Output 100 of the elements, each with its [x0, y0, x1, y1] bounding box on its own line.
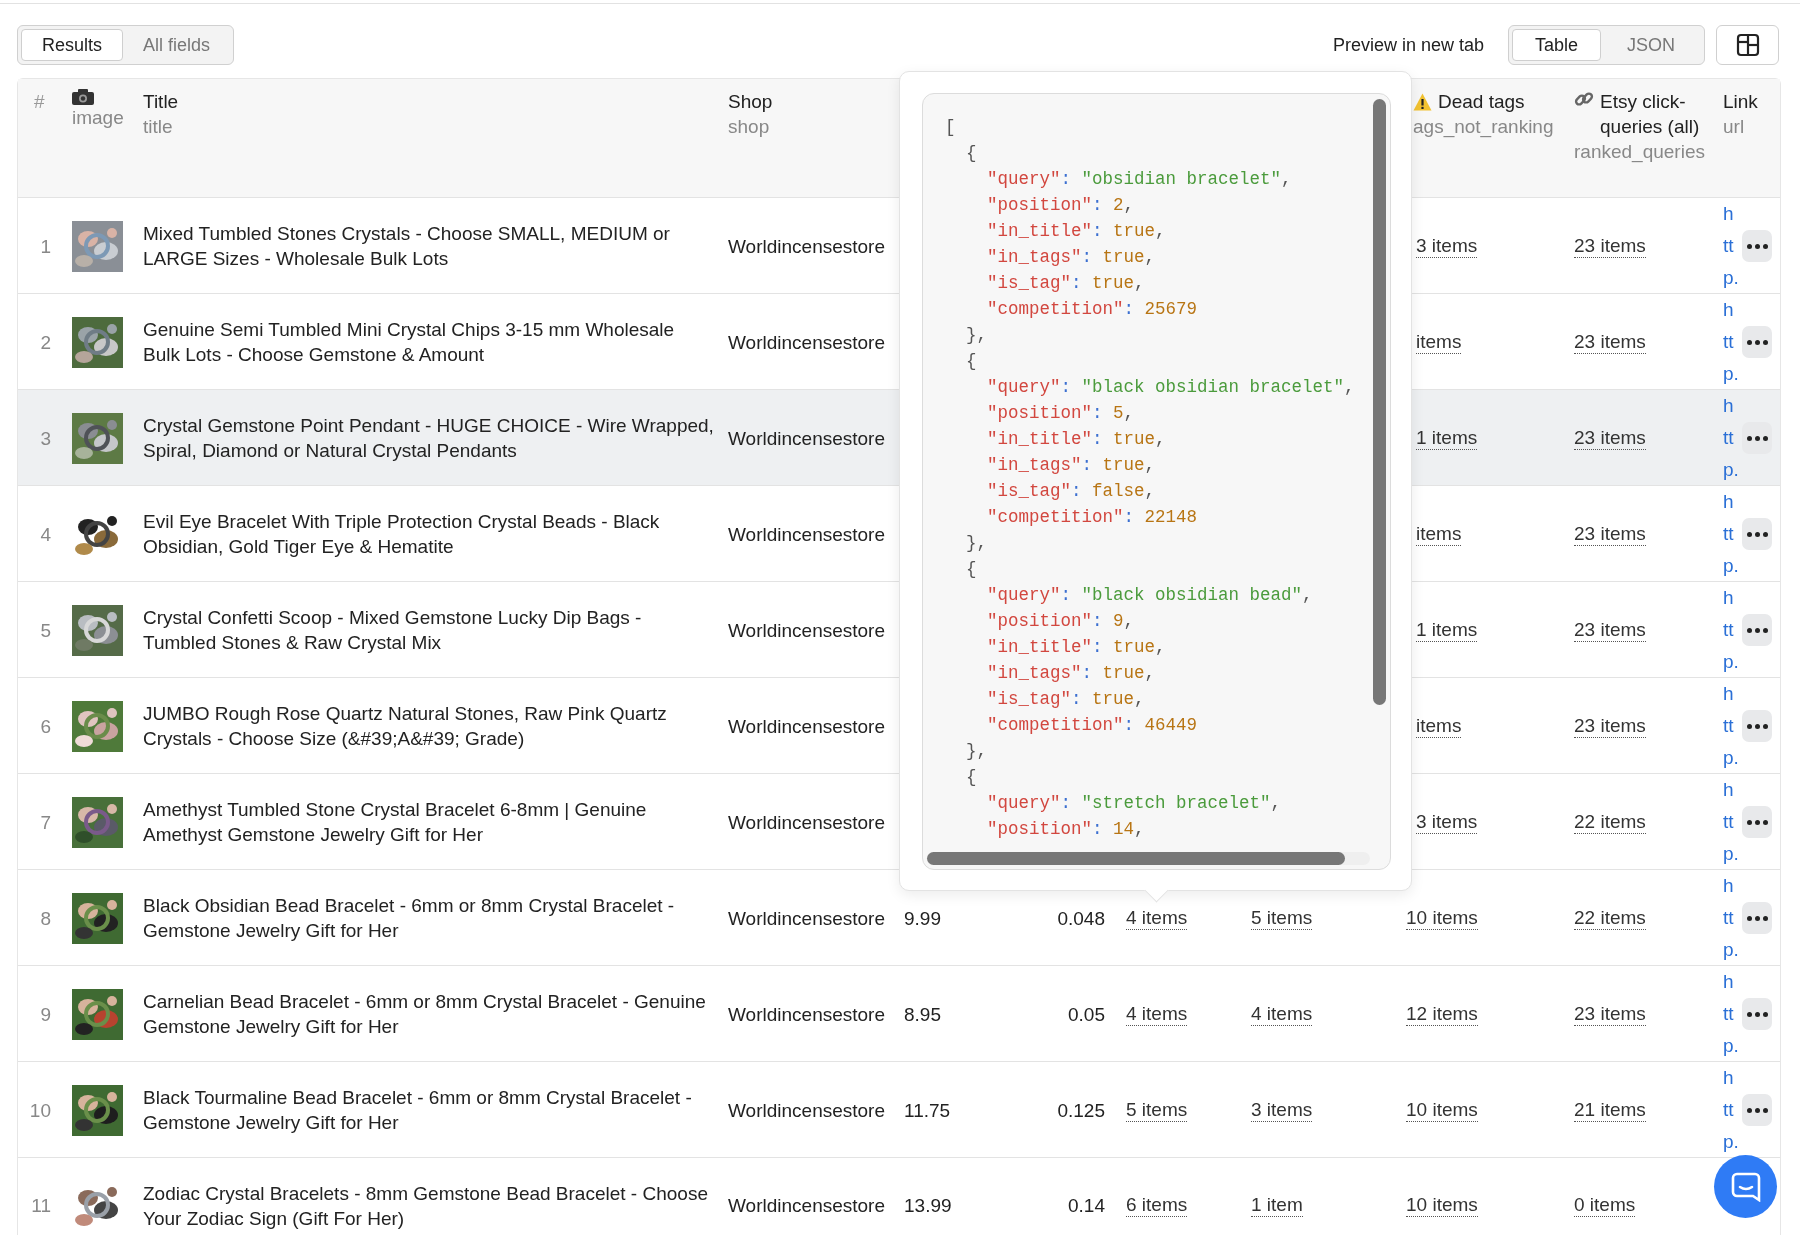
item-count-link[interactable]: 3 items [1416, 810, 1478, 834]
title-cell-text: Zodiac Crystal Bracelets - 8mm Gemstone Bead Bracelet - Choose Your Zodiac Sign (Gift For Her) [143, 1181, 709, 1231]
tab[interactable]: All fields [123, 29, 231, 61]
item-count-link[interactable]: 23 items [1574, 714, 1646, 738]
column-header: Shop [728, 90, 773, 114]
more-button[interactable] [1742, 1094, 1772, 1126]
item-count-link[interactable]: 23 items [1574, 234, 1646, 258]
more-button[interactable] [1742, 998, 1772, 1030]
dots-icon [1746, 627, 1768, 633]
item-count-link[interactable]: 4 items [1251, 1002, 1313, 1026]
tab[interactable]: Results [21, 29, 124, 61]
shop-cell-text: Worldincensestore [728, 1002, 885, 1027]
more-button[interactable] [1742, 614, 1772, 646]
title-cell-text: Evil Eye Bracelet With Triple Protection Crystal Beads - Black Obsidian, Gold Tiger Eye & Hematite [143, 510, 661, 559]
code-line: }, [965, 532, 989, 555]
more-button[interactable] [1742, 806, 1772, 838]
column-header: Etsy click-queries (all) [1600, 90, 1701, 139]
shop-cell-text: Worldincensestore [728, 522, 885, 547]
url-link[interactable]: h tt p. [1723, 966, 1745, 1062]
url-link[interactable]: h tt p. [1723, 390, 1745, 486]
item-count-link[interactable]: 6 items [1126, 1194, 1188, 1217]
more-button[interactable] [1742, 518, 1772, 550]
item-count-link[interactable]: 23 items [1574, 1002, 1646, 1026]
shop-cell-text: Worldincensestore [728, 330, 885, 355]
item-count-link[interactable]: items [1416, 522, 1462, 546]
row-number: 11 [31, 1194, 51, 1218]
item-count-link[interactable]: 22 items [1574, 906, 1646, 930]
code-line: "in_title": true, [986, 428, 1167, 451]
item-count-link[interactable]: 23 items [1574, 522, 1646, 546]
item-count-link[interactable]: 23 items [1574, 426, 1646, 450]
warning-icon [1413, 92, 1432, 111]
url-link[interactable]: h tt p. [1723, 582, 1745, 678]
preview-link[interactable]: Preview in new tab [1332, 34, 1484, 56]
ratio-cell-text: 0.125 [1057, 1098, 1105, 1123]
item-count-link[interactable]: 10 items [1406, 1098, 1478, 1122]
item-count-link[interactable]: 23 items [1574, 618, 1646, 642]
code-line: { [965, 350, 978, 373]
url-link[interactable]: h tt p. [1723, 486, 1745, 582]
code-line: "position": 14, [986, 818, 1146, 841]
item-count-link[interactable]: items [1416, 330, 1462, 354]
item-count-link[interactable]: 21 items [1574, 1098, 1646, 1122]
view-toggle-option[interactable]: Table [1511, 29, 1601, 61]
shop-cell-text: Worldincensestore [728, 618, 885, 643]
item-count-link[interactable]: 1 items [1416, 426, 1478, 450]
url-link[interactable]: h tt p. [1723, 774, 1745, 870]
row-number: 10 [29, 1098, 51, 1123]
url-link[interactable]: h tt p. [1723, 198, 1745, 294]
layout-button[interactable] [1716, 25, 1779, 65]
shop-cell-text: Worldincensestore [728, 234, 885, 259]
scrollbar-thumb[interactable] [1373, 99, 1386, 705]
dots-icon [1746, 819, 1768, 825]
row-number: 8 [40, 906, 51, 931]
scrollbar-thumb[interactable] [927, 852, 1345, 865]
code-line: "position": 9, [986, 610, 1136, 633]
price-cell-text: 13.99 [904, 1194, 952, 1218]
url-link[interactable]: h tt p. [1723, 678, 1745, 774]
item-count-link[interactable]: 10 items [1406, 906, 1478, 930]
more-button[interactable] [1742, 422, 1772, 454]
row-number: 2 [40, 330, 51, 355]
item-count-link[interactable]: 0 items [1574, 1194, 1636, 1217]
row-number: 3 [40, 426, 51, 451]
item-count-link[interactable]: 1 item [1251, 1194, 1303, 1217]
column-field: title [143, 114, 173, 139]
code-line: "query": "obsidian bracelet", [986, 168, 1293, 191]
column-header: Link [1723, 90, 1758, 114]
url-link[interactable]: h tt p. [1723, 1062, 1745, 1158]
title-cell-text: JUMBO Rough Rose Quartz Natural Stones, Raw Pink Quartz Crystals - Choose Size (&#39;A&#39; Grade) [143, 702, 668, 751]
item-count-link[interactable]: 5 items [1126, 1098, 1188, 1122]
item-count-link[interactable]: 22 items [1574, 810, 1646, 834]
item-count-link[interactable]: 3 items [1416, 234, 1478, 258]
item-count-link[interactable]: 10 items [1406, 1194, 1478, 1217]
code-line: "competition": 25679 [986, 298, 1199, 321]
item-count-link[interactable]: 4 items [1126, 906, 1188, 930]
item-count-link[interactable]: items [1416, 714, 1462, 738]
item-count-link[interactable]: 23 items [1574, 330, 1646, 354]
more-button[interactable] [1742, 326, 1772, 358]
title-cell-text: Carnelian Bead Bracelet - 6mm or 8mm Crystal Bracelet - Genuine Gemstone Jewelry Gift for Her [143, 990, 707, 1039]
more-button[interactable] [1742, 710, 1772, 742]
more-button[interactable] [1742, 902, 1772, 934]
item-count-link[interactable]: 3 items [1251, 1098, 1313, 1122]
column-field: ags_not_ranking [1413, 114, 1554, 139]
column-field: shop [728, 114, 770, 139]
code-line: "query": "black obsidian bracelet", [986, 376, 1356, 399]
more-button[interactable] [1742, 230, 1772, 262]
item-count-link[interactable]: 4 items [1126, 1002, 1188, 1026]
column-field: ranked_queries [1574, 139, 1705, 164]
code-line: "in_tags": true, [986, 246, 1157, 269]
camera-icon [72, 89, 94, 105]
column-header: # [34, 90, 45, 114]
shop-cell-text: Worldincensestore [728, 714, 885, 739]
view-toggle-option[interactable]: JSON [1601, 29, 1701, 61]
code-line: "in_title": true, [986, 220, 1167, 243]
ratio-cell-text: 0.14 [1068, 1194, 1105, 1218]
chat-icon [1730, 1171, 1761, 1202]
item-count-link[interactable]: 5 items [1251, 906, 1313, 930]
url-link[interactable]: h tt p. [1723, 870, 1745, 966]
item-count-link[interactable]: 1 items [1416, 618, 1478, 642]
url-link[interactable]: h tt p. [1723, 294, 1745, 390]
code-line: "position": 5, [986, 402, 1136, 425]
item-count-link[interactable]: 12 items [1406, 1002, 1478, 1026]
